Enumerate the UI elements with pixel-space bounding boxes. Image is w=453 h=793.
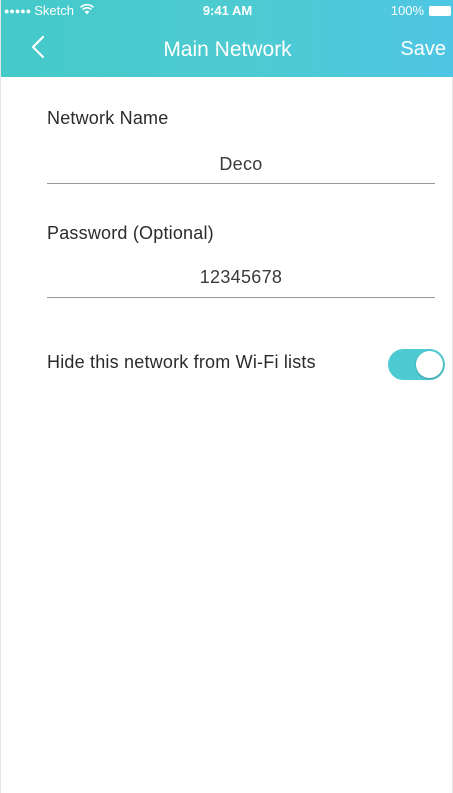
header: ●●●●● Sketch 9:41 AM 100% Main Network S…: [1, 0, 453, 77]
password-label: Password (Optional): [47, 223, 214, 243]
password-input[interactable]: 12345678: [47, 264, 435, 290]
hide-network-label: Hide this network from Wi-Fi lists: [47, 352, 316, 372]
network-name-label: Network Name: [47, 108, 169, 128]
network-name-underline: [47, 183, 435, 184]
hide-network-toggle[interactable]: [388, 349, 445, 380]
status-right: 100%: [391, 3, 451, 18]
status-time: 9:41 AM: [202, 3, 253, 18]
battery-percent: 100%: [390, 3, 424, 18]
toggle-knob: [416, 351, 443, 378]
nav-bar: Main Network Save: [1, 22, 453, 77]
main-network-screen: ●●●●● Sketch 9:41 AM 100% Main Network S…: [0, 0, 453, 793]
page-title: Main Network: [163, 38, 292, 61]
hide-network-row: Hide this network from Wi-Fi lists: [47, 349, 445, 380]
status-bar: ●●●●● Sketch 9:41 AM 100%: [1, 0, 453, 22]
battery-icon: [429, 5, 451, 16]
network-name-input[interactable]: Deco: [47, 151, 435, 177]
save-button[interactable]: Save: [400, 38, 446, 61]
password-underline: [47, 297, 435, 298]
network-name-field: Network Name Deco: [47, 108, 435, 184]
password-field: Password (Optional) 12345678: [47, 223, 435, 298]
